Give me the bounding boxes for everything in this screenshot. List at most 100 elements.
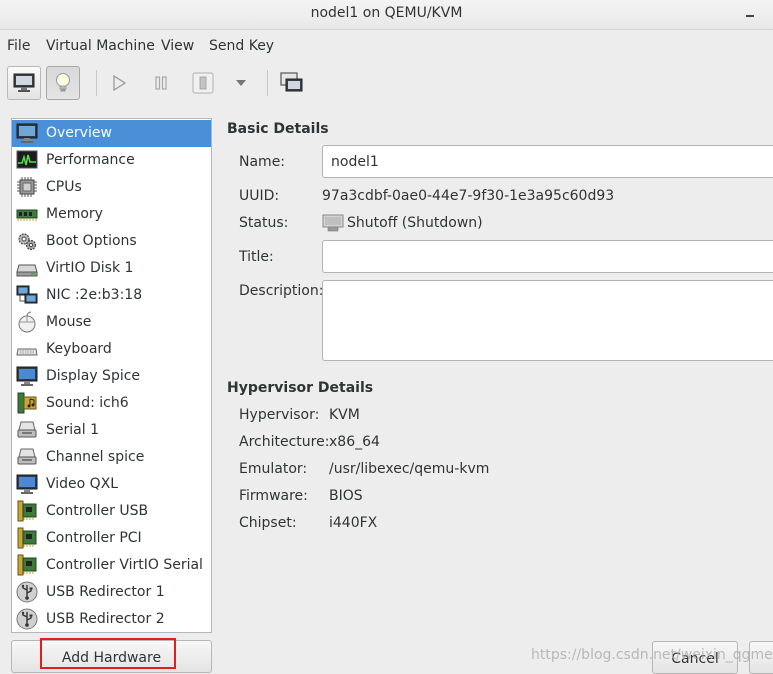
shutdown-button[interactable] xyxy=(186,66,220,100)
basic-details-heading: Basic Details xyxy=(227,121,329,137)
hardware-item-label: CPUs xyxy=(46,179,82,195)
hardware-item-channel-spice[interactable]: Channel spice xyxy=(12,444,211,471)
hardware-item-sound[interactable]: Sound: ich6 xyxy=(12,390,211,417)
minimize-icon[interactable] xyxy=(743,8,759,22)
pause-icon xyxy=(155,76,167,90)
hardware-item-controller-pci[interactable]: Controller PCI xyxy=(12,525,211,552)
menu-view[interactable]: View xyxy=(161,38,194,54)
architecture-label: Architecture: xyxy=(239,434,330,450)
name-label: Name: xyxy=(239,154,286,170)
hypervisor-value: KVM xyxy=(329,407,360,423)
firmware-value: BIOS xyxy=(329,488,363,504)
hardware-item-usb-redirector-1[interactable]: USB Redirector 1 xyxy=(12,579,211,606)
monitor-icon xyxy=(13,73,35,92)
monitor-icon xyxy=(16,366,38,386)
emulator-value: /usr/libexec/qemu-kvm xyxy=(329,461,490,477)
hardware-item-performance[interactable]: Performance xyxy=(12,147,211,174)
shutdown-menu-button[interactable] xyxy=(224,66,258,100)
hardware-item-label: Memory xyxy=(46,206,103,222)
menu-virtual-machine[interactable]: Virtual Machine xyxy=(46,38,155,54)
sound-card-icon xyxy=(17,392,37,414)
title-field[interactable] xyxy=(322,240,773,273)
toolbar xyxy=(0,62,773,106)
menu-file[interactable]: File xyxy=(7,38,30,54)
hardware-item-virtio-disk[interactable]: VirtIO Disk 1 xyxy=(12,255,211,282)
description-field[interactable] xyxy=(322,280,773,361)
watermark: https://blog.csdn.net/weixin_qgmeng xyxy=(531,647,773,663)
hardware-item-label: Display Spice xyxy=(46,368,141,384)
network-icon xyxy=(16,285,38,304)
keyboard-icon xyxy=(16,348,38,356)
memory-stick-icon xyxy=(16,209,38,221)
controller-card-icon xyxy=(17,500,37,522)
name-field[interactable] xyxy=(322,145,773,178)
toolbar-separator xyxy=(96,70,97,96)
play-icon xyxy=(113,75,127,91)
hardware-item-controller-usb[interactable]: Controller USB xyxy=(12,498,211,525)
controller-card-icon xyxy=(17,554,37,576)
power-icon xyxy=(192,72,214,94)
hardware-item-label: Video QXL xyxy=(46,476,119,492)
uuid-value: 97a3cdbf-0ae0-44e7-9f30-1e3a95c60d93 xyxy=(322,188,615,204)
fullscreen-icon xyxy=(280,72,303,92)
hardware-item-mouse[interactable]: Mouse xyxy=(12,309,211,336)
hypervisor-details-heading: Hypervisor Details xyxy=(227,380,374,396)
hardware-item-usb-redirector-2[interactable]: USB Redirector 2 xyxy=(12,606,211,633)
hardware-item-label: Keyboard xyxy=(46,341,112,357)
usb-icon xyxy=(16,608,38,630)
highlight-box xyxy=(40,638,176,669)
description-label: Description: xyxy=(239,283,324,299)
uuid-label: UUID: xyxy=(239,188,280,204)
hardware-item-label: USB Redirector 1 xyxy=(46,584,165,600)
hardware-item-boot-options[interactable]: Boot Options xyxy=(12,228,211,255)
hardware-item-label: Controller USB xyxy=(46,503,149,519)
hardware-item-display-spice[interactable]: Display Spice xyxy=(12,363,211,390)
console-button[interactable] xyxy=(7,66,41,100)
run-button[interactable] xyxy=(102,66,136,100)
hardware-item-label: Controller PCI xyxy=(46,530,142,546)
hardware-item-video-qxl[interactable]: Video QXL xyxy=(12,471,211,498)
status-value: Shutoff (Shutdown) xyxy=(347,215,483,231)
hardware-item-label: Overview xyxy=(46,125,112,141)
serial-device-icon xyxy=(17,421,37,438)
hardware-item-keyboard[interactable]: Keyboard xyxy=(12,336,211,363)
fullscreen-button[interactable] xyxy=(275,66,309,100)
architecture-value: x86_64 xyxy=(329,434,380,450)
mouse-icon xyxy=(18,311,36,333)
hardware-item-label: VirtIO Disk 1 xyxy=(46,260,134,276)
chipset-label: Chipset: xyxy=(239,515,297,531)
chevron-down-icon xyxy=(236,80,246,86)
hardware-item-cpus[interactable]: CPUs xyxy=(12,174,211,201)
hardware-list: Overview Performance CPUs Memory Boot Op… xyxy=(11,118,212,633)
menu-bar: File Virtual Machine View Send Key xyxy=(0,33,773,61)
title-bar: nodel1 on QEMU/KVM xyxy=(0,0,773,30)
hardware-item-serial[interactable]: Serial 1 xyxy=(12,417,211,444)
hypervisor-label: Hypervisor: xyxy=(239,407,320,423)
window-title: nodel1 on QEMU/KVM xyxy=(310,5,463,21)
status-label: Status: xyxy=(239,215,289,231)
hardware-item-controller-virtio-serial[interactable]: Controller VirtIO Serial xyxy=(12,552,211,579)
disk-drive-icon xyxy=(16,264,38,277)
emulator-label: Emulator: xyxy=(239,461,308,477)
controller-card-icon xyxy=(17,527,37,549)
hardware-item-overview[interactable]: Overview xyxy=(12,120,211,147)
chipset-value: i440FX xyxy=(329,515,378,531)
firmware-label: Firmware: xyxy=(239,488,308,504)
hardware-item-label: Sound: ich6 xyxy=(46,395,129,411)
hardware-item-label: Controller VirtIO Serial xyxy=(46,557,203,573)
details-button[interactable] xyxy=(46,66,80,100)
hardware-item-label: Serial 1 xyxy=(46,422,99,438)
toolbar-separator xyxy=(267,70,268,96)
add-hardware-button[interactable]: Add Hardware xyxy=(11,638,212,673)
title-label: Title: xyxy=(239,249,274,265)
hardware-item-label: NIC :2e:b3:18 xyxy=(46,287,143,303)
hardware-item-label: Mouse xyxy=(46,314,92,330)
hardware-item-label: Channel spice xyxy=(46,449,145,465)
monitor-icon xyxy=(16,123,38,143)
hardware-item-label: Boot Options xyxy=(46,233,137,249)
serial-device-icon xyxy=(17,448,37,465)
pause-button[interactable] xyxy=(144,66,178,100)
menu-send-key[interactable]: Send Key xyxy=(209,38,274,54)
hardware-item-nic[interactable]: NIC :2e:b3:18 xyxy=(12,282,211,309)
hardware-item-memory[interactable]: Memory xyxy=(12,201,211,228)
